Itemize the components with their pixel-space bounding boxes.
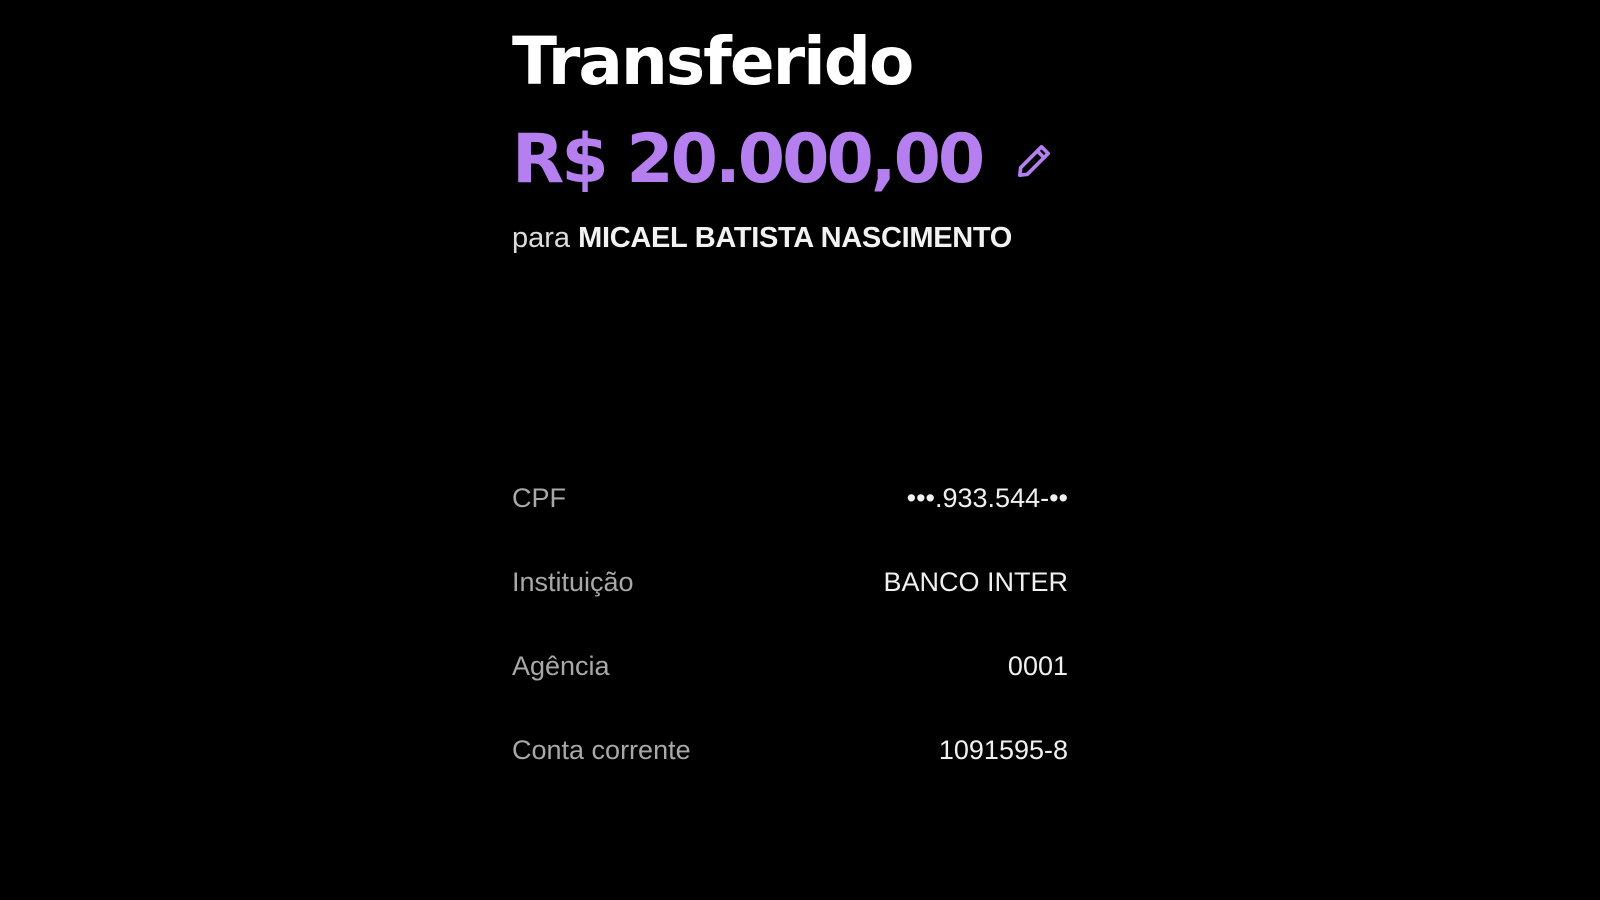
transfer-summary: Transferido R$ 20.000,00 para MICAEL BAT…	[512, 22, 1068, 258]
amount-row: R$ 20.000,00	[512, 120, 1068, 200]
account-details: CPF •••.933.544-•• Instituição BANCO INT…	[512, 478, 1068, 814]
page-title: Transferido	[512, 23, 914, 100]
edit-button[interactable]	[1012, 139, 1056, 183]
detail-label: CPF	[512, 482, 566, 513]
detail-row-cpf: CPF •••.933.544-••	[512, 478, 1068, 518]
detail-value: 0001	[1007, 650, 1068, 681]
detail-row-account: Conta corrente 1091595-8	[512, 730, 1068, 770]
detail-value: BANCO INTER	[883, 566, 1068, 597]
detail-label: Agência	[512, 650, 610, 681]
recipient-line: para MICAEL BATISTA NASCIMENTO	[512, 218, 1068, 258]
detail-value: •••.933.544-••	[906, 482, 1068, 513]
detail-value: 1091595-8	[938, 734, 1068, 765]
detail-row-institution: Instituição BANCO INTER	[512, 562, 1068, 602]
detail-label: Instituição	[512, 566, 634, 597]
pencil-icon	[1018, 145, 1051, 178]
detail-label: Conta corrente	[512, 734, 691, 765]
transfer-amount: R$ 20.000,00	[512, 120, 985, 199]
recipient-prefix: para	[512, 222, 571, 254]
detail-row-agency: Agência 0001	[512, 646, 1068, 686]
transfer-receipt-screen: Transferido R$ 20.000,00 para MICAEL BAT…	[0, 0, 1600, 900]
recipient-name: MICAEL BATISTA NASCIMENTO	[578, 222, 1013, 254]
